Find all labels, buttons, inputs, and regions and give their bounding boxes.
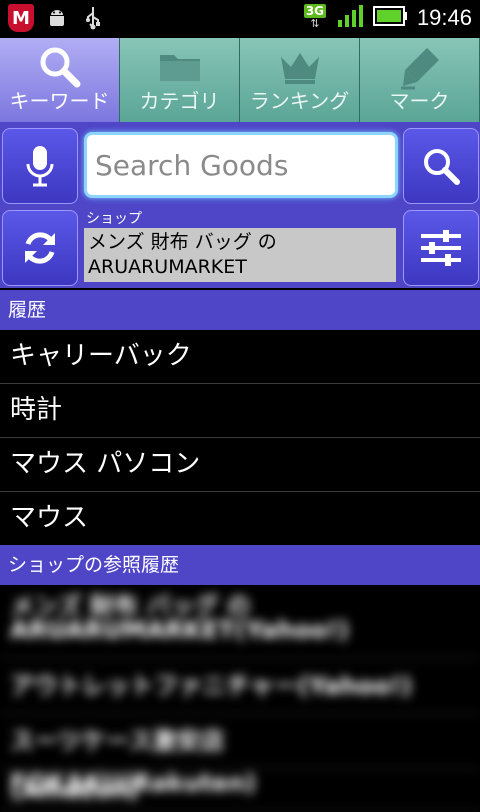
- list-item[interactable]: マウス パソコン: [0, 438, 480, 492]
- list-item[interactable]: スーツケース激安店FOKAKU(Rakuten): [0, 714, 480, 797]
- history-list: キャリーバック 時計 マウス パソコン マウス: [0, 330, 480, 546]
- tab-ranking[interactable]: ランキング: [240, 38, 360, 122]
- refresh-button[interactable]: [2, 210, 78, 286]
- shop-label: ショップ: [86, 211, 142, 227]
- tab-bar: キーワード カテゴリ ランキング マーク: [0, 38, 480, 122]
- list-item[interactable]: アウトレットファニチャー(Yahoo!): [0, 659, 480, 714]
- search-icon: [35, 44, 85, 90]
- list-item[interactable]: キャリーバック: [0, 330, 480, 384]
- network-3g-icon: 3G ⇅: [303, 4, 327, 30]
- search-icon: [424, 149, 460, 185]
- tab-mark[interactable]: マーク: [360, 38, 480, 122]
- shop-history-list: メンズ 財布 バッグ のARUARUMARKET(Yahoo!) アウトレットフ…: [0, 588, 480, 812]
- search-field[interactable]: [84, 132, 398, 198]
- search-panel: ショップ メンズ 財布 バッグ のARUARUMARKET: [0, 122, 480, 288]
- list-item[interactable]: マウス: [0, 492, 480, 546]
- settings-button[interactable]: [403, 210, 479, 286]
- microphone-icon: [26, 146, 54, 187]
- shop-history-header: ショップの参照履歴: [0, 545, 480, 585]
- shop-value[interactable]: メンズ 財布 バッグ のARUARUMARKET: [84, 228, 396, 282]
- search-button[interactable]: [403, 128, 479, 204]
- mcafee-icon: M: [8, 4, 34, 32]
- tab-category[interactable]: カテゴリ: [120, 38, 240, 122]
- android-icon: [44, 5, 70, 31]
- voice-search-button[interactable]: [2, 128, 78, 204]
- usb-icon: [80, 5, 106, 31]
- status-bar: M 3G ⇅ 19:46: [0, 0, 480, 38]
- list-item[interactable]: 時計: [0, 384, 480, 438]
- search-input[interactable]: [87, 147, 387, 183]
- list-item[interactable]: メンズ 財布 バッグ のARUARUMARKET(Yahoo!): [0, 588, 480, 659]
- pencil-icon: [395, 44, 445, 90]
- folder-icon: [155, 44, 205, 90]
- crown-icon: [275, 44, 325, 90]
- refresh-icon: [25, 232, 55, 264]
- history-header: 履歴: [0, 290, 480, 330]
- tab-keyword[interactable]: キーワード: [0, 38, 120, 122]
- battery-icon: [372, 5, 409, 31]
- sliders-icon: [421, 230, 461, 266]
- clock: 19:46: [416, 5, 472, 30]
- signal-icon: [337, 4, 365, 32]
